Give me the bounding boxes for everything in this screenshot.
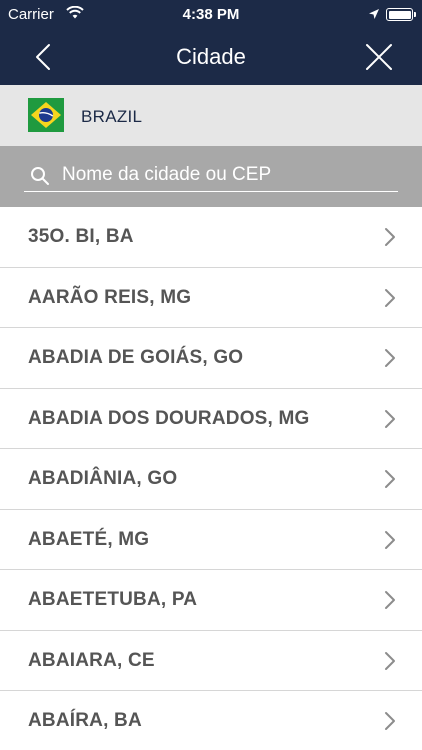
city-list: 35O. BI, BA AARÃO REIS, MG ABADIA DE GOIÁS… bbox=[0, 207, 422, 750]
city-label: 35O. BI, BA bbox=[28, 226, 134, 247]
chevron-right-icon bbox=[385, 712, 395, 730]
country-name: BRAZIL bbox=[81, 107, 143, 126]
city-label: ABADIA DE GOIÁS, GO bbox=[28, 347, 244, 368]
search-field[interactable] bbox=[24, 160, 398, 192]
city-row[interactable]: AARÃO REIS, MG bbox=[0, 267, 422, 328]
city-row[interactable]: ABAETÉ, MG bbox=[0, 509, 422, 570]
chevron-right-icon bbox=[385, 591, 395, 609]
chevron-right-icon bbox=[385, 470, 395, 488]
city-row[interactable]: ABAETETUBA, PA bbox=[0, 570, 422, 631]
header: Carrier 4:38 PM Cidade bbox=[0, 0, 422, 85]
city-label: ABADIÂNIA, GO bbox=[28, 468, 178, 489]
city-label: AARÃO REIS, MG bbox=[28, 286, 192, 308]
city-label: ABAIARA, CE bbox=[28, 649, 155, 671]
city-label: ABAÍRA, BA bbox=[28, 710, 142, 731]
close-icon bbox=[366, 44, 392, 70]
brazil-flag-icon bbox=[28, 98, 64, 132]
chevron-right-icon bbox=[385, 409, 395, 428]
city-row[interactable]: ABADIÂNIA, GO bbox=[0, 449, 422, 510]
clock: 4:38 PM bbox=[182, 6, 240, 23]
page-title: Cidade bbox=[176, 44, 246, 69]
city-row[interactable]: ABADIA DOS DOURADOS, MG bbox=[0, 388, 422, 449]
chevron-right-icon bbox=[385, 349, 395, 367]
search-icon bbox=[31, 167, 49, 185]
chevron-right-icon bbox=[385, 288, 395, 307]
city-row[interactable]: ABAIARA, CE bbox=[0, 630, 422, 691]
city-row[interactable]: 35O. BI, BA bbox=[0, 207, 422, 268]
city-row[interactable]: ABAÍRA, BA bbox=[0, 691, 422, 750]
battery-icon bbox=[386, 8, 416, 21]
chevron-right-icon bbox=[385, 530, 395, 549]
city-row[interactable]: ABADIA DE GOIÁS, GO bbox=[0, 328, 422, 389]
city-label: ABADIA DOS DOURADOS, MG bbox=[28, 407, 310, 429]
location-arrow-icon bbox=[369, 9, 379, 19]
city-label: ABAETETUBA, PA bbox=[28, 589, 198, 610]
close-button[interactable] bbox=[364, 42, 394, 72]
chevron-right-icon bbox=[385, 651, 395, 670]
status-bar: Carrier 4:38 PM bbox=[0, 0, 422, 30]
city-label: ABAETÉ, MG bbox=[28, 528, 150, 550]
search-input[interactable] bbox=[62, 163, 392, 187]
chevron-right-icon bbox=[385, 228, 395, 246]
